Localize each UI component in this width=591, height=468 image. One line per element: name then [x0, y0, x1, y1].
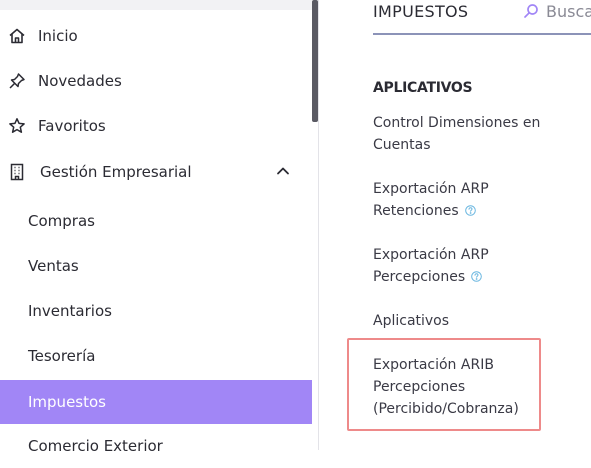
sidebar-item-inicio[interactable]: Inicio [0, 14, 312, 58]
sidebar-subitem-ventas[interactable]: Ventas [0, 244, 312, 288]
home-icon [8, 27, 26, 45]
link-line: Exportación ARIB [373, 357, 494, 373]
link-exportacion-arib-percepciones[interactable]: Exportación ARIB Percepciones (Percibido… [373, 354, 558, 420]
link-aplicativos[interactable]: Aplicativos [373, 310, 558, 332]
star-icon [8, 117, 26, 135]
sidebar-subitem-label: Compras [28, 212, 95, 230]
sidebar-subitem-compras[interactable]: Compras [0, 199, 312, 243]
sidebar-top-strip [0, 0, 312, 10]
sidebar-subitem-impuestos[interactable]: Impuestos [0, 380, 312, 424]
page-title: IMPUESTOS [373, 2, 469, 21]
sidebar-subitem-label: Ventas [28, 257, 79, 275]
sidebar: Inicio Novedades Favoritos Gestión Empre… [0, 0, 319, 455]
main-panel: IMPUESTOS APLICATIVOS Control Dimensione… [318, 0, 591, 450]
sidebar-item-novedades[interactable]: Novedades [0, 59, 312, 103]
sidebar-subitem-label: Comercio Exterior [28, 437, 163, 455]
chevron-up-icon[interactable] [276, 164, 290, 178]
link-exportacion-arp-percepciones[interactable]: Exportación ARP Percepciones [373, 244, 558, 288]
sidebar-item-label: Gestión Empresarial [40, 163, 192, 181]
sidebar-subitem-label: Impuestos [28, 393, 106, 411]
sidebar-item-label: Novedades [38, 72, 122, 90]
search-icon[interactable] [523, 3, 539, 19]
link-line: Percepciones [373, 269, 466, 285]
link-line: (Percibido/Cobranza) [373, 401, 519, 417]
sidebar-subitem-tesoreria[interactable]: Tesorería [0, 334, 312, 378]
sidebar-item-favoritos[interactable]: Favoritos [0, 104, 312, 148]
sidebar-subitem-label: Inventarios [28, 302, 112, 320]
link-line: Retenciones [373, 203, 459, 219]
sidebar-item-gestion-empresarial[interactable]: Gestión Empresarial [0, 150, 312, 194]
help-icon[interactable] [464, 201, 476, 216]
sidebar-item-label: Inicio [38, 27, 78, 45]
section-heading: APLICATIVOS [373, 80, 473, 96]
link-line: Cuentas [373, 137, 431, 153]
sidebar-item-label: Favoritos [38, 117, 106, 135]
link-line: Aplicativos [373, 313, 450, 329]
link-line: Percepciones [373, 379, 466, 395]
link-line: Exportación ARP [373, 181, 489, 197]
sidebar-subitem-comercio-exterior[interactable]: Comercio Exterior [0, 424, 312, 468]
help-icon[interactable] [471, 267, 482, 282]
title-underline [373, 33, 591, 35]
pin-icon [8, 72, 26, 90]
sidebar-subitem-inventarios[interactable]: Inventarios [0, 289, 312, 333]
building-icon [8, 163, 26, 181]
link-control-dimensiones[interactable]: Control Dimensiones en Cuentas [373, 112, 558, 156]
link-exportacion-arp-retenciones[interactable]: Exportación ARP Retenciones [373, 178, 558, 222]
search-input[interactable] [546, 0, 591, 22]
link-line: Control Dimensiones en [373, 115, 541, 131]
link-line: Exportación ARP [373, 247, 489, 263]
sidebar-subitem-label: Tesorería [28, 347, 96, 365]
